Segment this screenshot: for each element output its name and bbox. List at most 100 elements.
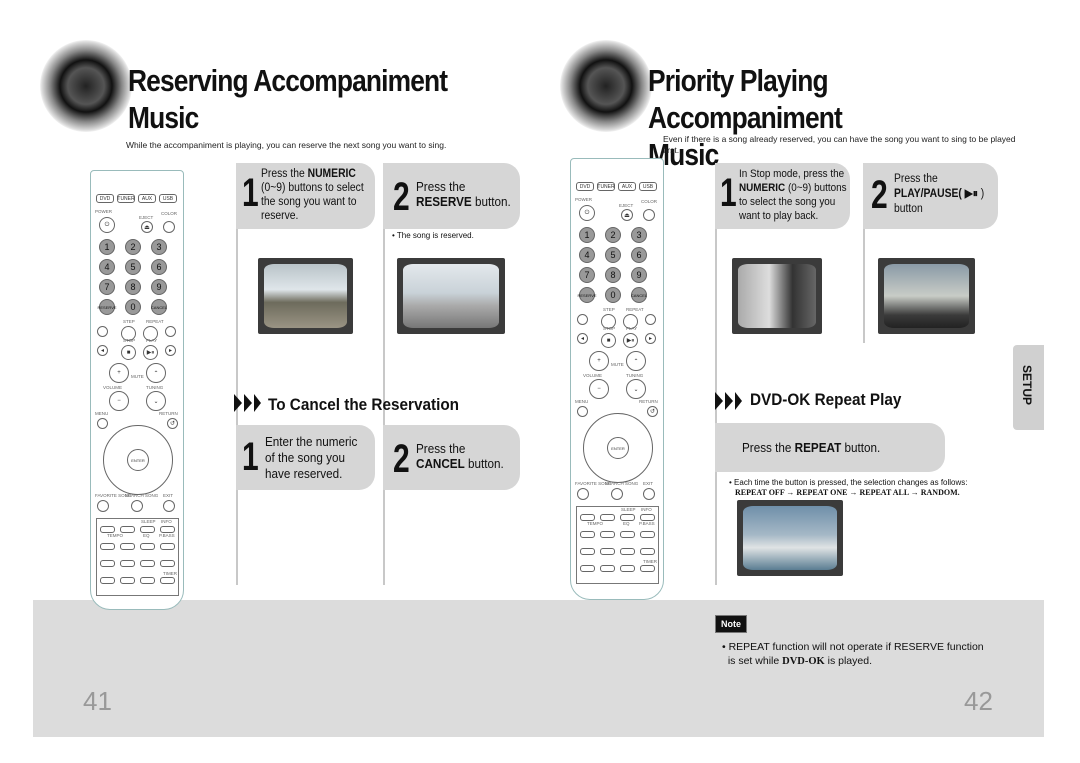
remote-small-button [620, 514, 635, 521]
repeat-note: • Each time the button is pressed, the s… [729, 478, 968, 487]
remote-label: STOP [123, 338, 136, 343]
step-2-box: 2 Press the RESERVE button. [383, 163, 520, 229]
remote-label: P.BASS [159, 533, 175, 538]
remote-label: VOLUME [103, 385, 123, 390]
remote-mode-button: TUNER [597, 182, 615, 191]
page-number-left: 41 [83, 686, 112, 716]
remote-label: SEARCH SONG [125, 493, 159, 498]
remote-mode-button: TUNER [117, 194, 135, 203]
remote-digit-button: 4 [99, 259, 115, 275]
remote-digit-button: 7 [579, 267, 595, 283]
note-badge: Note [715, 615, 747, 633]
remote-label: MUTE [611, 362, 624, 367]
remote-mode-button: USB [639, 182, 657, 191]
remote-mode-button: USB [159, 194, 177, 203]
step-1-box: 1 In Stop mode, press the NUMERIC (0~9) b… [715, 163, 850, 229]
remote-label: MENU [95, 411, 109, 416]
menu-button [97, 418, 108, 429]
remote-small-button [640, 565, 655, 572]
remote-small-button [620, 565, 635, 572]
remote-digit-button: 9 [151, 279, 167, 295]
remote-transport-button: ◂ [97, 345, 108, 356]
remote-mode-button: AUX [138, 194, 156, 203]
remote-small-button [620, 548, 635, 555]
remote-small-button [120, 543, 135, 550]
remote-label: RETURN [159, 411, 178, 416]
remote-small-button [100, 577, 115, 584]
step-number: 2 [393, 175, 410, 219]
remote-small-button [600, 548, 615, 555]
remote-button [131, 500, 143, 512]
remote-digit-button: CANCEL [151, 299, 167, 315]
remote-small-button [120, 526, 135, 533]
remote-small-button [620, 531, 635, 538]
screen-image [258, 258, 353, 334]
power-icon: ⏻ [579, 205, 595, 221]
section-arrows-icon [715, 392, 742, 410]
remote-label: SEARCH SONG [605, 481, 639, 486]
remote-label: REPEAT [146, 319, 164, 324]
remote-label: PLAY [626, 326, 638, 331]
enter-button: ENTER [127, 449, 149, 471]
subtitle-right: Even if there is a song already reserved… [663, 134, 1016, 155]
remote-transport-button: ■ [601, 333, 616, 348]
volume-down-icon: − [589, 379, 609, 399]
remote-small-button [100, 526, 115, 533]
remote-small-button [600, 514, 615, 521]
remote-label: TEMPO [587, 521, 604, 526]
cancel-step-1-text: Enter the numeric of the song you have res… [265, 434, 358, 481]
remote-label: STEP [123, 319, 135, 324]
remote-label: TIMER [643, 559, 657, 564]
cancel-section-header: To Cancel the Reservation [268, 395, 460, 414]
remote-small-button [140, 526, 155, 533]
step-number: 1 [242, 435, 259, 479]
remote-control-illustration: DVD TUNER AUX USB POWER EJECT COLOR ⏻ ⏏ 1 2 3 4 5 6 7 8 9… [570, 158, 664, 600]
remote-small-button [140, 543, 155, 550]
remote-digit-button: 7 [99, 279, 115, 295]
remote-mode-button: DVD [96, 194, 114, 203]
remote-digit-button: RESERVE [577, 287, 597, 303]
remote-digit-button: 1 [99, 239, 115, 255]
cancel-step-2-box: 2 Press the CANCEL button. [383, 425, 520, 490]
remote-small-button [100, 543, 115, 550]
remote-label: SLEEP [141, 519, 156, 524]
subtitle-left: While the accompaniment is playing, you … [126, 140, 447, 150]
remote-label: EJECT [619, 203, 634, 208]
remote-label: EJECT [139, 215, 154, 220]
remote-digit-button: 2 [125, 239, 141, 255]
remote-label: EXIT [643, 481, 654, 486]
remote-label: STOP [603, 326, 616, 331]
remote-label: TEMPO [107, 533, 124, 538]
remote-button [577, 488, 589, 500]
screen-image [732, 258, 822, 334]
note-text: • REPEAT function will not operate if RE… [722, 641, 984, 667]
remote-label: COLOR [161, 211, 178, 216]
remote-label: STEP [603, 307, 615, 312]
remote-label: EXIT [163, 493, 174, 498]
step-number: 1 [720, 171, 737, 215]
remote-digit-button: 4 [579, 247, 595, 263]
remote-label: POWER [95, 209, 113, 214]
tuning-up-icon: ⌃ [626, 351, 646, 371]
remote-digit-button: 8 [605, 267, 621, 283]
remote-small-button [160, 577, 175, 584]
remote-label: MUTE [131, 374, 144, 379]
remote-digit-button: 6 [151, 259, 167, 275]
remote-transport-button: ▸ [645, 333, 656, 344]
remote-button [163, 500, 175, 512]
volume-up-icon: + [109, 363, 129, 383]
setup-side-tab[interactable]: SETUP [1013, 345, 1044, 430]
remote-small-button [580, 548, 595, 555]
remote-label: EQ [623, 521, 630, 526]
remote-small-button [120, 577, 135, 584]
screen-image [737, 500, 843, 576]
remote-button [645, 314, 656, 325]
remote-small-button [160, 543, 175, 550]
play-pause-icon: ▶⏸ [964, 188, 978, 200]
remote-label: COLOR [641, 199, 658, 204]
remote-transport-button: ◂ [577, 333, 588, 344]
remote-label: TIMER [163, 571, 177, 576]
step-number: 2 [871, 173, 888, 217]
remote-digit-button: 2 [605, 227, 621, 243]
remote-label: RETURN [639, 399, 658, 404]
